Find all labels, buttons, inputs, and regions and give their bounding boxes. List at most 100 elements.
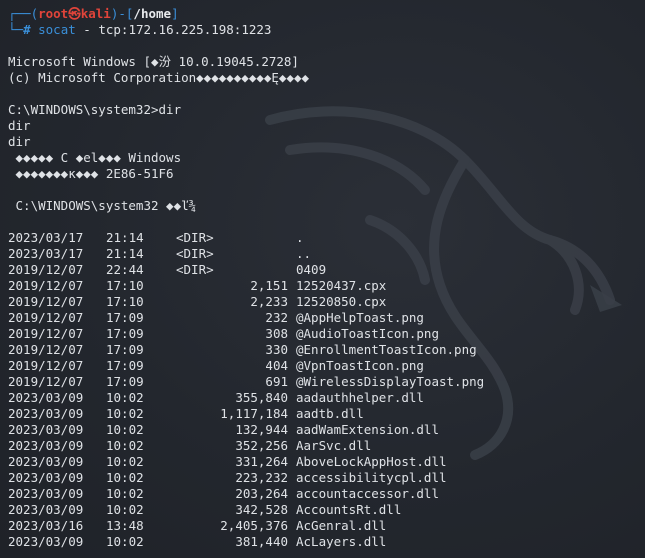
terminal-output: ┌──(root㉿kali)-[/home] └─# socat - tcp:1… <box>8 6 645 550</box>
listing-filename: @AppHelpToast.png <box>296 310 424 325</box>
listing-date: 2019/12/07 <box>8 278 84 293</box>
listing-date: 2019/12/07 <box>8 374 84 389</box>
listing-time: 21:14 <box>106 246 144 261</box>
listing-row: 2023/03/17 21:14 <DIR>. <box>8 230 645 246</box>
listing-date: 2023/03/09 <box>8 502 84 517</box>
listing-filename: 0409 <box>296 262 327 277</box>
listing-time: 10:02 <box>106 534 144 549</box>
listing-filename: aadtb.dll <box>296 406 364 421</box>
listing-row: 2019/12/07 17:09 232 @AppHelpToast.png <box>8 310 645 326</box>
listing-row: 2023/03/09 10:02 1,117,184 aadtb.dll <box>8 406 645 422</box>
listing-dir-tag: <DIR> <box>176 230 214 245</box>
listing-dir-tag: <DIR> <box>176 262 214 277</box>
directory-header: C:\WINDOWS\system32 ◆◆ľ¾ <box>8 198 197 213</box>
banner-version: Microsoft Windows [◆汾 10.0.19045.2728] <box>8 54 299 69</box>
prompt-line-bottom: └─# socat - tcp:172.16.225.198:1223 <box>8 22 645 38</box>
listing-date: 2019/12/07 <box>8 262 84 277</box>
listing-date: 2019/12/07 <box>8 358 84 373</box>
listing-date: 2023/03/17 <box>8 246 84 261</box>
listing-size: 355,840 <box>235 390 288 405</box>
listing-size: 308 <box>265 326 288 341</box>
listing-filename: accessibilitycpl.dll <box>296 470 447 485</box>
listing-filename: @EnrollmentToastIcon.png <box>296 342 477 357</box>
listing-row: 2023/03/09 10:02 203,264 accountaccessor.dl… <box>8 486 645 502</box>
listing-date: 2019/12/07 <box>8 310 84 325</box>
listing-time: 17:10 <box>106 278 144 293</box>
listing-time: 10:02 <box>106 454 144 469</box>
prompt-host: kali <box>80 6 111 21</box>
listing-row: 2019/12/07 17:10 2,233 12520850.cpx <box>8 294 645 310</box>
echo-line: dir <box>8 118 31 133</box>
listing-row: 2023/03/09 10:02 342,528 AccountsRt.dll <box>8 502 645 518</box>
listing-filename: 12520850.cpx <box>296 294 387 309</box>
listing-date: 2023/03/17 <box>8 230 84 245</box>
listing-time: 17:09 <box>106 326 144 341</box>
listing-size: 2,405,376 <box>220 518 288 533</box>
listing-row: 2019/12/07 22:44 <DIR> 0409 <box>8 262 645 278</box>
listing-row: 2023/03/09 10:02 381,440 AcLayers.dll <box>8 534 645 550</box>
listing-row: 2019/12/07 17:09 330 @EnrollmentToastIcon.p… <box>8 342 645 358</box>
listing-row: 2023/03/09 10:02 352,256 AarSvc.dll <box>8 438 645 454</box>
listing-row: 2023/03/09 10:02 132,944 aadWamExtension.dl… <box>8 422 645 438</box>
listing-filename: AarSvc.dll <box>296 438 372 453</box>
listing-time: 17:09 <box>106 342 144 357</box>
listing-filename: @VpnToastIcon.png <box>296 358 424 373</box>
listing-date: 2019/12/07 <box>8 342 84 357</box>
directory-listing: 2023/03/17 21:14 <DIR>. 2023/03/17 21:14 <DIR… <box>8 230 645 550</box>
listing-row: 2019/12/07 17:09 691 @WirelessDisplayToast.… <box>8 374 645 390</box>
listing-time: 21:14 <box>106 230 144 245</box>
command-name: socat <box>38 22 76 37</box>
listing-filename: AcLayers.dll <box>296 534 387 549</box>
listing-time: 10:02 <box>106 470 144 485</box>
listing-time: 10:02 <box>106 422 144 437</box>
listing-date: 2023/03/09 <box>8 534 84 549</box>
listing-time: 17:10 <box>106 294 144 309</box>
volume-serial-line: ◆◆◆◆◆◆◆к◆◆◆ 2E86-51F6 <box>8 166 174 181</box>
listing-time: 10:02 <box>106 406 144 421</box>
listing-filename: 12520437.cpx <box>296 278 387 293</box>
listing-filename: AccountsRt.dll <box>296 502 402 517</box>
listing-filename: AcGenral.dll <box>296 518 387 533</box>
listing-size: 2,151 <box>250 278 288 293</box>
listing-filename: aadWamExtension.dll <box>296 422 439 437</box>
volume-label-line: ◆◆◆◆◆ C ◆el◆◆◆ Windows <box>8 150 182 165</box>
listing-filename: accountaccessor.dll <box>296 486 439 501</box>
prompt-hash: # <box>23 22 31 37</box>
listing-row: 2023/03/17 21:14 <DIR>.. <box>8 246 645 262</box>
listing-size: 330 <box>265 342 288 357</box>
cmd-prompt-dir: C:\WINDOWS\system32>dir <box>8 102 182 117</box>
listing-size: 223,232 <box>235 470 288 485</box>
listing-size: 342,528 <box>235 502 288 517</box>
prompt-frame-end: ] <box>171 6 179 21</box>
listing-row: 2019/12/07 17:09 308 @AudioToastIcon.png <box>8 326 645 342</box>
listing-time: 10:02 <box>106 502 144 517</box>
banner-copyright: (c) Microsoft Corporation◆◆◆◆◆◆◆◆◆◆Ę◆◆◆◆ <box>8 70 310 85</box>
terminal-window[interactable]: ┌──(root㉿kali)-[/home] └─# socat - tcp:1… <box>0 0 645 558</box>
listing-time: 22:44 <box>106 262 144 277</box>
listing-filename: @AudioToastIcon.png <box>296 326 439 341</box>
listing-filename: @WirelessDisplayToast.png <box>296 374 485 389</box>
listing-size: 203,264 <box>235 486 288 501</box>
listing-date: 2023/03/09 <box>8 390 84 405</box>
prompt-line-top: ┌──(root㉿kali)-[/home] <box>8 6 645 22</box>
listing-date: 2023/03/09 <box>8 406 84 421</box>
listing-size: 232 <box>265 310 288 325</box>
listing-date: 2023/03/09 <box>8 486 84 501</box>
listing-time: 10:02 <box>106 486 144 501</box>
command-args: - tcp:172.16.225.198:1223 <box>75 22 272 37</box>
listing-time: 10:02 <box>106 438 144 453</box>
prompt-at-icon: ㉿ <box>68 6 81 21</box>
listing-date: 2023/03/09 <box>8 454 84 469</box>
listing-size: 691 <box>265 374 288 389</box>
prompt-user: root <box>38 6 69 21</box>
listing-date: 2019/12/07 <box>8 294 84 309</box>
listing-row: 2019/12/07 17:10 2,151 12520437.cpx <box>8 278 645 294</box>
prompt-frame-bottom: └─ <box>8 22 24 37</box>
listing-time: 17:09 <box>106 374 144 389</box>
listing-row: 2023/03/09 10:02 223,232 accessibilitycpl.d… <box>8 470 645 486</box>
listing-date: 2023/03/09 <box>8 470 84 485</box>
prompt-frame-mid: )-[ <box>110 6 134 21</box>
listing-row: 2023/03/16 13:48 2,405,376 AcGenral.dll <box>8 518 645 534</box>
listing-date: 2023/03/16 <box>8 518 84 533</box>
listing-filename: .. <box>296 246 312 261</box>
